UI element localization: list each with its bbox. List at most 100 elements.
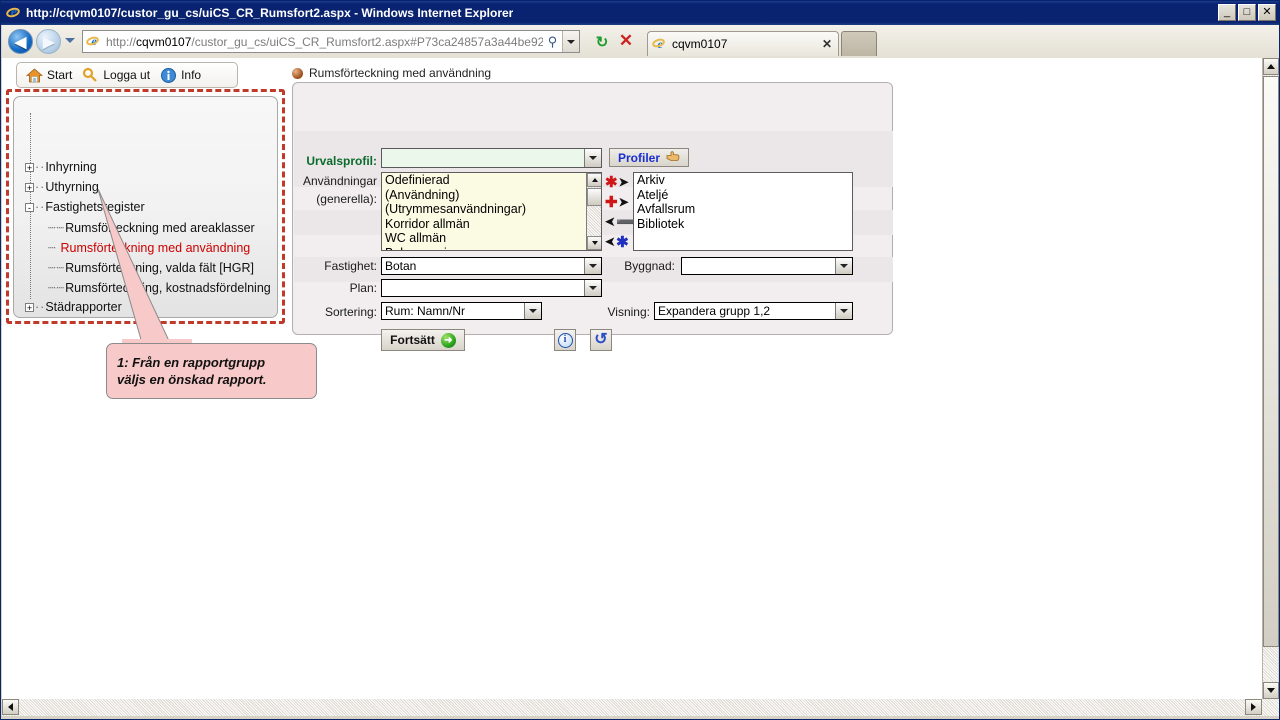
- scroll-left-button[interactable]: [2, 699, 19, 715]
- info-button[interactable]: i: [554, 329, 576, 351]
- fastighet-select[interactable]: Botan: [381, 257, 602, 275]
- browser-window: e http://cqvm0107/custor_gu_cs/uiCS_CR_R…: [0, 0, 1280, 720]
- url-path: /custor_gu_cs/uiCS_CR_Rumsfort2.aspx#P73…: [191, 34, 543, 49]
- list-item[interactable]: Ateljé: [634, 188, 852, 203]
- list-item[interactable]: Avfallsrum: [634, 202, 852, 217]
- scrollbar-thumb[interactable]: [587, 188, 601, 206]
- dropdown-button[interactable]: [524, 303, 541, 319]
- sidebar-item-rumsforteckning-areaklasser[interactable]: ┈┈Rumsförteckning med areaklasser: [48, 220, 255, 235]
- toolbar-item-info[interactable]: Info: [157, 67, 204, 84]
- expander-icon[interactable]: +: [25, 303, 34, 313]
- window-title: http://cqvm0107/custor_gu_cs/uiCS_CR_Rum…: [26, 6, 514, 20]
- sidebar-item-rumsforteckning-anvandning[interactable]: ┈ Rumsförteckning med användning: [48, 240, 250, 255]
- sidebar-item-rumsforteckning-valda-falt[interactable]: ┈┈Rumsförteckning, valda fält [HGR]: [48, 260, 254, 275]
- maximize-button[interactable]: □: [1238, 4, 1256, 21]
- fortsatt-button[interactable]: Fortsätt ➜: [381, 329, 465, 351]
- sortering-label: Sortering:: [324, 305, 377, 319]
- sidebar-item-fastighetsregister[interactable]: - ··Fastighetsregister: [25, 200, 145, 214]
- remove-one-button[interactable]: ➤ ➖: [605, 212, 635, 232]
- minimize-button[interactable]: _: [1218, 4, 1236, 21]
- anvandningar-selected-list[interactable]: Arkiv Ateljé Avfallsrum Bibliotek: [633, 172, 853, 251]
- list-item[interactable]: Korridor allmän: [382, 217, 601, 232]
- add-all-button[interactable]: ✱ ➤: [605, 172, 631, 192]
- sortering-select[interactable]: Rum: Namn/Nr: [381, 302, 542, 320]
- urvalsprofil-select[interactable]: [381, 148, 602, 168]
- profiler-button[interactable]: Profiler: [609, 148, 689, 167]
- list-item[interactable]: Odefinierad: [382, 173, 601, 188]
- scroll-down-button[interactable]: [587, 236, 601, 250]
- visning-label: Visning:: [607, 305, 650, 319]
- chevron-down-icon: [840, 264, 848, 268]
- sidebar-item-uthyrning[interactable]: + ··Uthyrning: [25, 180, 99, 194]
- vertical-scrollbar[interactable]: [1262, 58, 1279, 699]
- list-item[interactable]: Arkiv: [634, 173, 852, 188]
- expander-icon[interactable]: -: [25, 203, 34, 213]
- visning-select[interactable]: Expandera grupp 1,2: [654, 302, 853, 320]
- browser-tab[interactable]: e cqvm0107 ✕: [647, 31, 839, 56]
- forward-button[interactable]: ▶: [36, 29, 61, 54]
- scroll-up-button[interactable]: [1263, 58, 1279, 75]
- dropdown-button[interactable]: [584, 280, 601, 296]
- scroll-down-button[interactable]: [1263, 682, 1279, 699]
- toolbar-item-start[interactable]: Start: [23, 67, 75, 84]
- fortsatt-label: Fortsätt: [390, 333, 435, 347]
- address-bar-url: http://cqvm0107/custor_gu_cs/uiCS_CR_Rum…: [106, 35, 543, 49]
- vertical-scrollbar-thumb[interactable]: [1263, 76, 1279, 647]
- search-icon[interactable]: ⚲: [543, 34, 562, 50]
- chevron-up-icon: [1267, 64, 1275, 69]
- back-button[interactable]: ◀: [8, 29, 33, 54]
- forward-arrow-icon: ▶: [42, 33, 55, 51]
- fastighet-value: Botan: [385, 259, 417, 273]
- sidebar-item-inhyrning[interactable]: + ··Inhyrning: [25, 160, 97, 174]
- tab-close-icon[interactable]: ✕: [820, 37, 834, 51]
- toolbar-item-logout[interactable]: Logga ut: [79, 67, 153, 84]
- listbox-scrollbar[interactable]: [586, 173, 601, 250]
- close-button[interactable]: ✕: [1258, 4, 1276, 21]
- plan-label: Plan:: [349, 281, 377, 295]
- info-circle-icon: i: [557, 332, 573, 348]
- expander-icon[interactable]: +: [25, 163, 34, 173]
- report-tree-panel: + ··Inhyrning + ··Uthyrning - ··Fastighetsr…: [13, 96, 278, 318]
- asterisk-icon: ✱: [605, 173, 618, 191]
- byggnad-select[interactable]: [681, 257, 853, 275]
- tab-label: cqvm0107: [672, 37, 728, 51]
- history-dropdown-icon[interactable]: [65, 38, 75, 43]
- scroll-up-button[interactable]: [587, 173, 601, 187]
- dropdown-button[interactable]: [835, 258, 852, 274]
- list-item[interactable]: Bibliotek: [634, 217, 852, 232]
- sidebar-item-stadrapporter[interactable]: + ··Städrapporter: [25, 300, 122, 314]
- dropdown-button[interactable]: [584, 258, 601, 274]
- arrow-left-icon: ➤: [605, 215, 616, 229]
- stop-button[interactable]: ✕: [615, 30, 637, 52]
- sidebar-item-rumsforteckning-kostnadsfordelning[interactable]: ┈┈Rumsförteckning, kostnadsfördelning: [48, 280, 271, 295]
- list-item[interactable]: (Utrymmesanvändningar): [382, 202, 601, 217]
- remove-all-button[interactable]: ➤ ✱: [605, 232, 631, 252]
- anvandningar-available-list[interactable]: Odefinierad (Användning) (Utrymmesanvänd…: [381, 172, 602, 251]
- expander-icon[interactable]: +: [25, 183, 34, 193]
- chevron-down-icon: [567, 39, 575, 44]
- anvandningar-label-line1: Användningar: [302, 174, 377, 188]
- toolbar-label-start: Start: [47, 68, 73, 82]
- add-one-button[interactable]: ✚ ➤: [605, 192, 631, 212]
- dropdown-button[interactable]: [835, 303, 852, 319]
- address-bar[interactable]: e http://cqvm0107/custor_gu_cs/uiCS_CR_R…: [82, 30, 580, 53]
- chevron-right-icon: [1251, 703, 1256, 711]
- plan-select[interactable]: [381, 279, 602, 297]
- list-item[interactable]: (Användning): [382, 188, 601, 203]
- horizontal-scrollbar[interactable]: [2, 699, 1279, 716]
- refresh-button[interactable]: ↻: [592, 32, 612, 52]
- chevron-down-icon: [589, 156, 597, 160]
- title-bar: e http://cqvm0107/custor_gu_cs/uiCS_CR_R…: [1, 1, 1279, 25]
- pointing-hand-icon: [666, 150, 680, 165]
- internet-explorer-icon: e: [4, 4, 23, 22]
- dropdown-button[interactable]: [584, 149, 601, 167]
- scroll-right-button[interactable]: [1245, 699, 1262, 715]
- list-item[interactable]: Bokmagasin: [382, 246, 601, 250]
- reset-button[interactable]: ↺: [590, 329, 612, 351]
- new-tab-button[interactable]: [841, 31, 877, 56]
- list-item[interactable]: WC allmän: [382, 231, 601, 246]
- toolbar-label-info: Info: [181, 68, 202, 82]
- arrow-right-icon: ➤: [618, 175, 629, 189]
- address-dropdown-button[interactable]: [562, 31, 579, 52]
- sortering-value: Rum: Namn/Nr: [385, 304, 466, 318]
